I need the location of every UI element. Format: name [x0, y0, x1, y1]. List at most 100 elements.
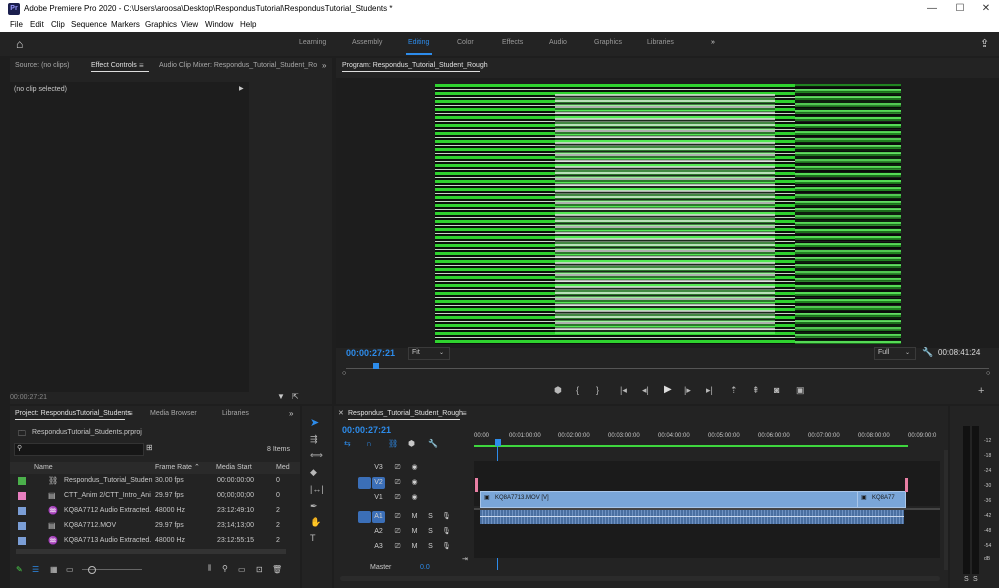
timeline-menu-icon[interactable]: ≡ — [462, 409, 467, 418]
monitor-playhead[interactable] — [373, 363, 379, 369]
mute-button[interactable]: M — [408, 511, 421, 523]
pen-tool-icon[interactable]: ✒ — [310, 501, 318, 512]
freeform-view-icon[interactable]: ▭ — [66, 565, 74, 574]
play-icon[interactable]: ▶ — [664, 384, 672, 395]
sync-lock-icon[interactable]: ⎚ — [391, 492, 404, 504]
column-media-start[interactable]: Media Start — [216, 464, 252, 471]
expand-triangle-icon[interactable]: ▶ — [239, 85, 244, 92]
track-label[interactable]: V1 — [372, 492, 385, 504]
new-bin-icon-bottom[interactable]: ▭ — [238, 565, 246, 574]
workspace-libraries[interactable]: Libraries — [647, 39, 674, 46]
mute-button[interactable]: M — [408, 526, 421, 538]
project-row[interactable]: ▤ KQ8A7712.MOV 29.97 fps 23;14;13;00 2 — [10, 519, 288, 534]
panel-menu-icon[interactable]: ≡ — [139, 61, 144, 70]
clip-v1-second[interactable]: ▣ KQ8A77 — [857, 491, 906, 508]
timeline-playhead-handle[interactable] — [495, 439, 501, 446]
label-color-swatch[interactable] — [18, 477, 26, 485]
workspace-audio[interactable]: Audio — [549, 39, 567, 46]
track-label[interactable]: A2 — [372, 526, 385, 538]
solo-left-button[interactable]: S — [964, 576, 969, 583]
mark-in-icon[interactable]: { — [576, 385, 579, 395]
program-timecode[interactable]: 00:00:27:21 — [346, 348, 395, 358]
track-label[interactable]: A1 — [372, 511, 385, 523]
eye-icon[interactable]: ◉ — [408, 477, 421, 489]
track-header-a1[interactable]: A1 ⎚ M S 🎙 — [358, 510, 473, 525]
workspace-color[interactable]: Color — [457, 39, 474, 46]
export-frame-icon[interactable]: ⇱ — [292, 392, 299, 401]
sync-lock-icon[interactable]: ⎚ — [391, 462, 404, 474]
track-header-a3[interactable]: A3 ⎚ M S 🎙 — [358, 540, 473, 555]
workspace-more-button[interactable]: » — [711, 39, 715, 46]
project-h-scrollbar[interactable] — [16, 549, 286, 554]
timeline-close-icon[interactable]: ✕ — [338, 409, 344, 417]
microphone-icon[interactable]: 🎙 — [440, 541, 453, 553]
menu-window[interactable]: Window — [205, 20, 233, 29]
microphone-icon[interactable]: 🎙 — [440, 526, 453, 538]
track-label[interactable]: V2 — [372, 477, 385, 489]
project-row[interactable]: ♒ KQ8A7713 Audio Extracted. 48000 Hz 23:… — [10, 534, 288, 549]
clip-v1[interactable]: ▣ KQ8A7713.MOV [V] — [480, 491, 858, 508]
add-button-icon[interactable]: + — [978, 385, 984, 397]
go-to-in-icon[interactable]: |◂ — [620, 385, 627, 396]
fit-dropdown[interactable]: Fit ⌄ — [408, 347, 450, 360]
filter-icon[interactable]: ▼ — [277, 392, 285, 401]
workspace-graphics[interactable]: Graphics — [594, 39, 622, 46]
workspace-editing[interactable]: Editing — [408, 39, 429, 46]
slip-tool-icon[interactable]: |↔| — [310, 484, 324, 494]
zoom-end-handle[interactable]: ○ — [986, 370, 990, 377]
out-point-marker[interactable] — [905, 478, 908, 492]
track-header-v2[interactable]: V2 ⎚ ◉ — [358, 476, 473, 491]
timeline-timecode[interactable]: 00:00:27:21 — [342, 425, 391, 435]
track-label[interactable]: V3 — [372, 462, 385, 474]
new-bin-icon[interactable]: ⊞ — [146, 443, 153, 452]
timeline-v-scrollbar[interactable] — [944, 450, 948, 570]
share-icon[interactable]: ⇪ — [980, 37, 989, 50]
sync-lock-icon[interactable]: ⎚ — [391, 526, 404, 538]
maximize-button[interactable]: ☐ — [946, 2, 974, 16]
microphone-icon[interactable]: 🎙 — [440, 511, 453, 523]
zoom-start-handle[interactable]: ○ — [342, 370, 346, 377]
menu-edit[interactable]: Edit — [30, 20, 44, 29]
timeline-settings-icon[interactable]: 🔧 — [428, 439, 438, 448]
column-frame-rate[interactable]: Frame Rate — [155, 464, 192, 471]
timeline-h-scrollbar[interactable] — [340, 576, 940, 581]
track-header-v1[interactable]: V1 ⎚ ◉ — [358, 491, 473, 506]
label-color-swatch[interactable] — [18, 537, 26, 545]
wrench-icon[interactable]: 🔧 — [922, 347, 933, 358]
new-item-icon[interactable]: ⊡ — [256, 565, 263, 574]
menu-graphics[interactable]: Graphics — [145, 20, 177, 29]
sync-lock-icon[interactable]: ⎚ — [391, 541, 404, 553]
workspace-assembly[interactable]: Assembly — [352, 39, 382, 46]
sort-asc-icon[interactable]: ⌃ — [194, 463, 200, 471]
step-back-icon[interactable]: ◂| — [642, 385, 649, 396]
hand-tool-icon[interactable]: ✋ — [310, 517, 321, 528]
eye-icon[interactable]: ◉ — [408, 492, 421, 504]
list-view-icon[interactable]: ☰ — [32, 565, 39, 574]
automate-icon[interactable]: ⫼ — [208, 565, 211, 573]
timeline-tab[interactable]: Respondus_Tutorial_Student_Rough — [348, 410, 463, 417]
type-tool-icon[interactable]: T — [310, 533, 316, 543]
tab-audio-clip-mixer[interactable]: Audio Clip Mixer: Respondus_Tutorial_Stu… — [159, 62, 317, 69]
tab-effect-controls[interactable]: Effect Controls — [91, 62, 137, 69]
find-icon[interactable]: ⚲ — [222, 564, 228, 573]
track-select-tool-icon[interactable]: ⇶ — [310, 434, 318, 445]
razor-tool-icon[interactable]: ◆ — [310, 467, 317, 478]
quality-dropdown[interactable]: Full ⌄ — [874, 347, 916, 360]
source-patch-v2[interactable] — [358, 477, 371, 489]
extract-icon[interactable]: ⇞ — [752, 385, 760, 396]
go-to-end-icon[interactable]: ⇥ — [462, 555, 468, 563]
selection-tool-icon[interactable]: ➤ — [310, 416, 319, 429]
lift-icon[interactable]: ⇡ — [730, 385, 738, 396]
master-volume[interactable]: 0.0 — [420, 564, 430, 571]
label-color-swatch[interactable] — [18, 522, 26, 530]
column-name[interactable]: Name — [34, 464, 53, 471]
sync-lock-icon[interactable]: ⎚ — [391, 511, 404, 523]
track-header-a2[interactable]: A2 ⎚ M S 🎙 — [358, 525, 473, 540]
mute-button[interactable]: M — [408, 541, 421, 553]
project-row[interactable]: ⛓ Respondus_Tutorial_Studen 30.00 fps 00… — [10, 474, 288, 489]
camera-icon[interactable]: ◙ — [774, 385, 779, 395]
solo-button[interactable]: S — [424, 511, 437, 523]
linked-selection-icon[interactable]: ⛓ — [388, 439, 398, 448]
solo-button[interactable]: S — [424, 526, 437, 538]
sync-lock-icon[interactable]: ⎚ — [391, 477, 404, 489]
